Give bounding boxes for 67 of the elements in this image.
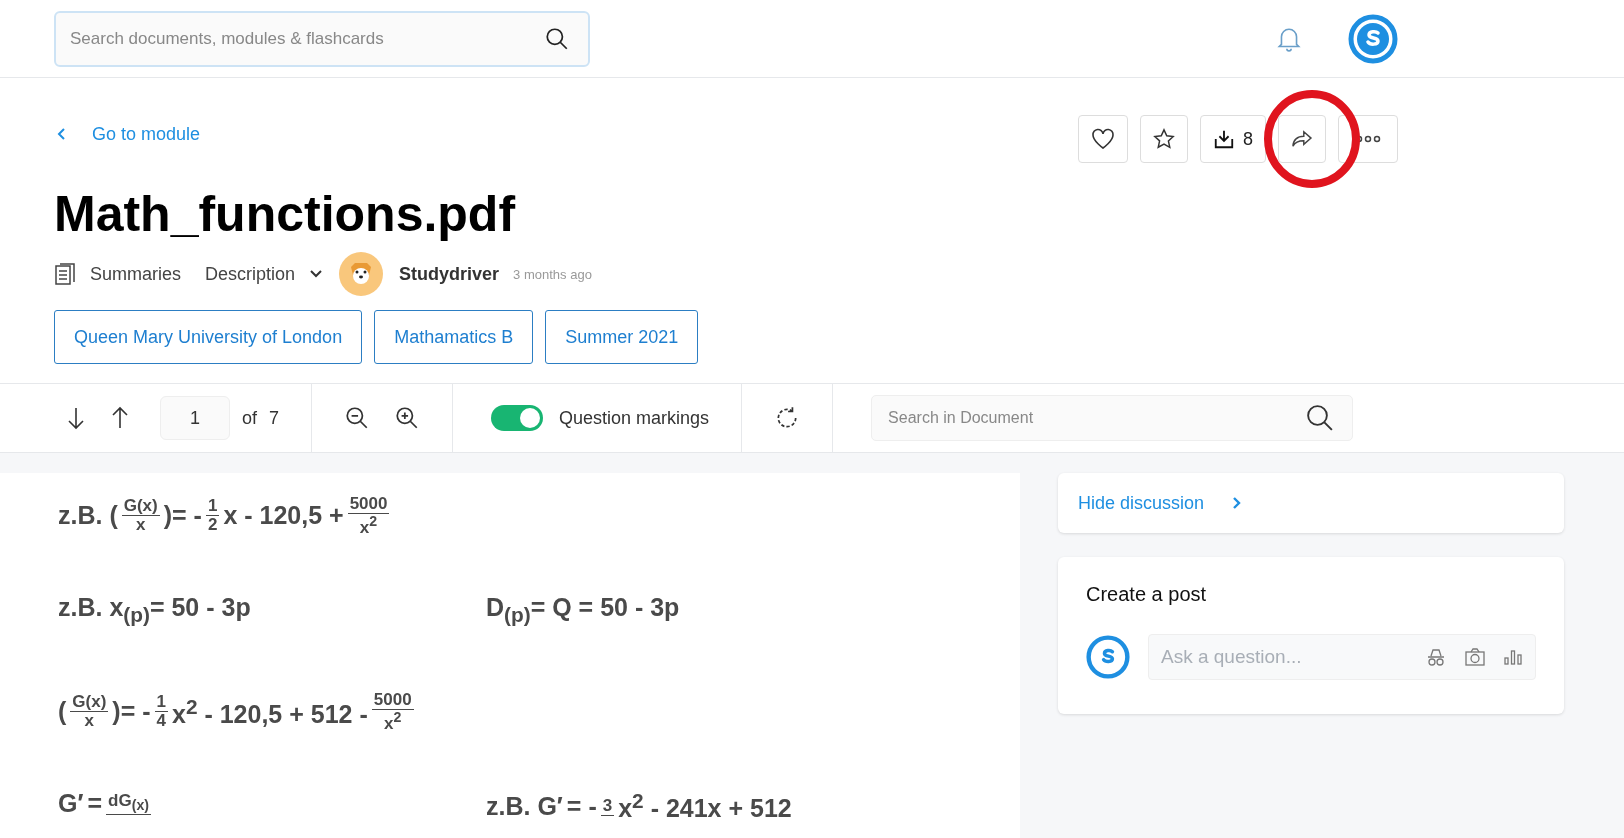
fraction-numerator: dG$_{(x)}$ — [106, 792, 151, 815]
user-avatar-icon[interactable] — [1348, 13, 1398, 64]
search-icon — [544, 25, 570, 52]
formula-text: )= - — [112, 697, 151, 727]
go-to-module-link[interactable]: Go to module — [54, 123, 201, 145]
fraction-numerator: G(x) — [121, 497, 160, 517]
formula-text: = - — [566, 791, 597, 821]
fraction-denominator: 4 — [155, 712, 167, 730]
fraction-denominator: x$^{2}$ — [358, 513, 379, 537]
author-name[interactable]: Studydriver — [399, 263, 500, 285]
upload-time: 3 months ago — [513, 266, 592, 282]
bar-chart-icon[interactable] — [1504, 649, 1522, 665]
arrow-up-icon[interactable] — [110, 406, 130, 430]
fraction-numerator: 1 — [154, 693, 168, 713]
fraction-numerator: 5000 — [347, 495, 390, 514]
ask-question-field[interactable]: Ask a question... — [1148, 634, 1536, 680]
formula-text: x$^{2}$ - 120,5 + 512 - — [172, 694, 368, 729]
tag-link[interactable]: Queen Mary University of London — [54, 310, 363, 364]
tag-link[interactable]: Summer 2021 — [545, 310, 699, 364]
fraction-numerator: G(x) — [70, 693, 109, 713]
description-dropdown[interactable]: Description — [205, 263, 324, 285]
favorite-button[interactable] — [1140, 115, 1188, 163]
formula-text: D$_{(p)}$= Q = 50 - 3p — [486, 593, 680, 627]
share-button[interactable] — [1278, 115, 1326, 163]
page-of-label: of — [242, 407, 257, 429]
fraction-denominator: 2 — [206, 516, 219, 534]
page-total: 7 — [269, 407, 280, 429]
formula-text: )= - — [163, 501, 202, 531]
formula-text: x - 120,5 + — [223, 501, 344, 531]
formula-text: z.B. G′ — [486, 791, 563, 821]
formula-text: G′ — [58, 789, 84, 818]
like-button[interactable] — [1078, 115, 1128, 163]
fraction-denominator: x — [83, 712, 96, 730]
formula-text: z.B. ( — [58, 501, 118, 531]
formula-text: x$^{2}$ - 241x + 512 — [618, 789, 792, 824]
document-search-field[interactable]: Search in Document — [871, 395, 1354, 441]
formula-text: z.B. x$_{(p)}$= 50 - 3p — [58, 593, 251, 627]
formula-text: = — [87, 789, 103, 818]
fraction-denominator: x — [135, 516, 147, 534]
user-avatar-icon — [1086, 635, 1130, 679]
camera-icon[interactable] — [1464, 647, 1486, 667]
share-arrow-icon — [1291, 130, 1313, 148]
toggle-switch[interactable] — [491, 405, 544, 431]
hide-discussion-link[interactable]: Hide discussion — [1078, 492, 1205, 514]
arrow-down-icon[interactable] — [66, 406, 86, 430]
fraction-numerator: 1 — [205, 497, 220, 517]
fraction-numerator: 5000 — [371, 691, 414, 710]
chevron-right-icon — [1232, 496, 1243, 510]
download-icon — [1213, 128, 1235, 150]
page-number-field[interactable]: 1 — [160, 396, 230, 440]
fraction-numerator: 3 — [600, 796, 615, 816]
incognito-icon[interactable] — [1426, 647, 1446, 667]
star-icon — [1153, 128, 1175, 150]
formula-text: ( — [58, 697, 67, 727]
tag-link[interactable]: Mathamatics B — [374, 310, 534, 364]
dog-avatar-icon — [339, 252, 384, 296]
document-icon — [54, 262, 76, 286]
chevron-down-icon — [309, 269, 324, 279]
heart-icon — [1091, 128, 1115, 150]
fraction-denominator: x$^{2}$ — [383, 709, 403, 733]
chevron-left-icon — [56, 127, 68, 141]
document-title: Math_functions.pdf — [54, 185, 517, 244]
category-label: Summaries — [90, 263, 182, 285]
search-field[interactable]: Search documents, modules & flashcards — [54, 10, 590, 67]
toggle-label: Question markings — [559, 407, 710, 429]
create-post-title: Create a post — [1086, 583, 1208, 606]
download-button[interactable]: 8 — [1200, 115, 1266, 163]
